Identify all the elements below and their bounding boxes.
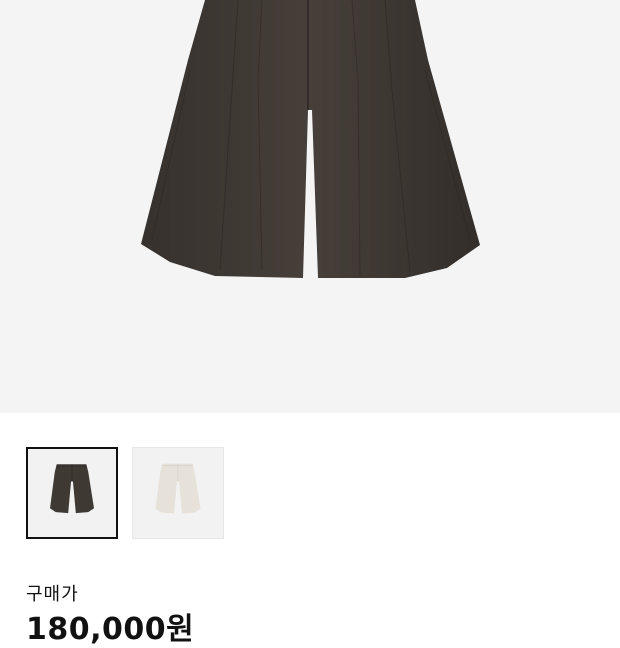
product-hero-image[interactable] (0, 0, 620, 413)
shorts-image (141, 0, 480, 278)
dark-brown-shorts-thumbnail[interactable] (26, 447, 118, 539)
price-label: 구매가 (26, 584, 79, 605)
price-value: 180,000원 (26, 612, 195, 647)
ivory-shorts-image (155, 463, 201, 514)
dark-shorts-image (50, 464, 94, 514)
thumbnail-list (26, 447, 224, 539)
ivory-shorts-thumbnail[interactable] (132, 447, 224, 539)
